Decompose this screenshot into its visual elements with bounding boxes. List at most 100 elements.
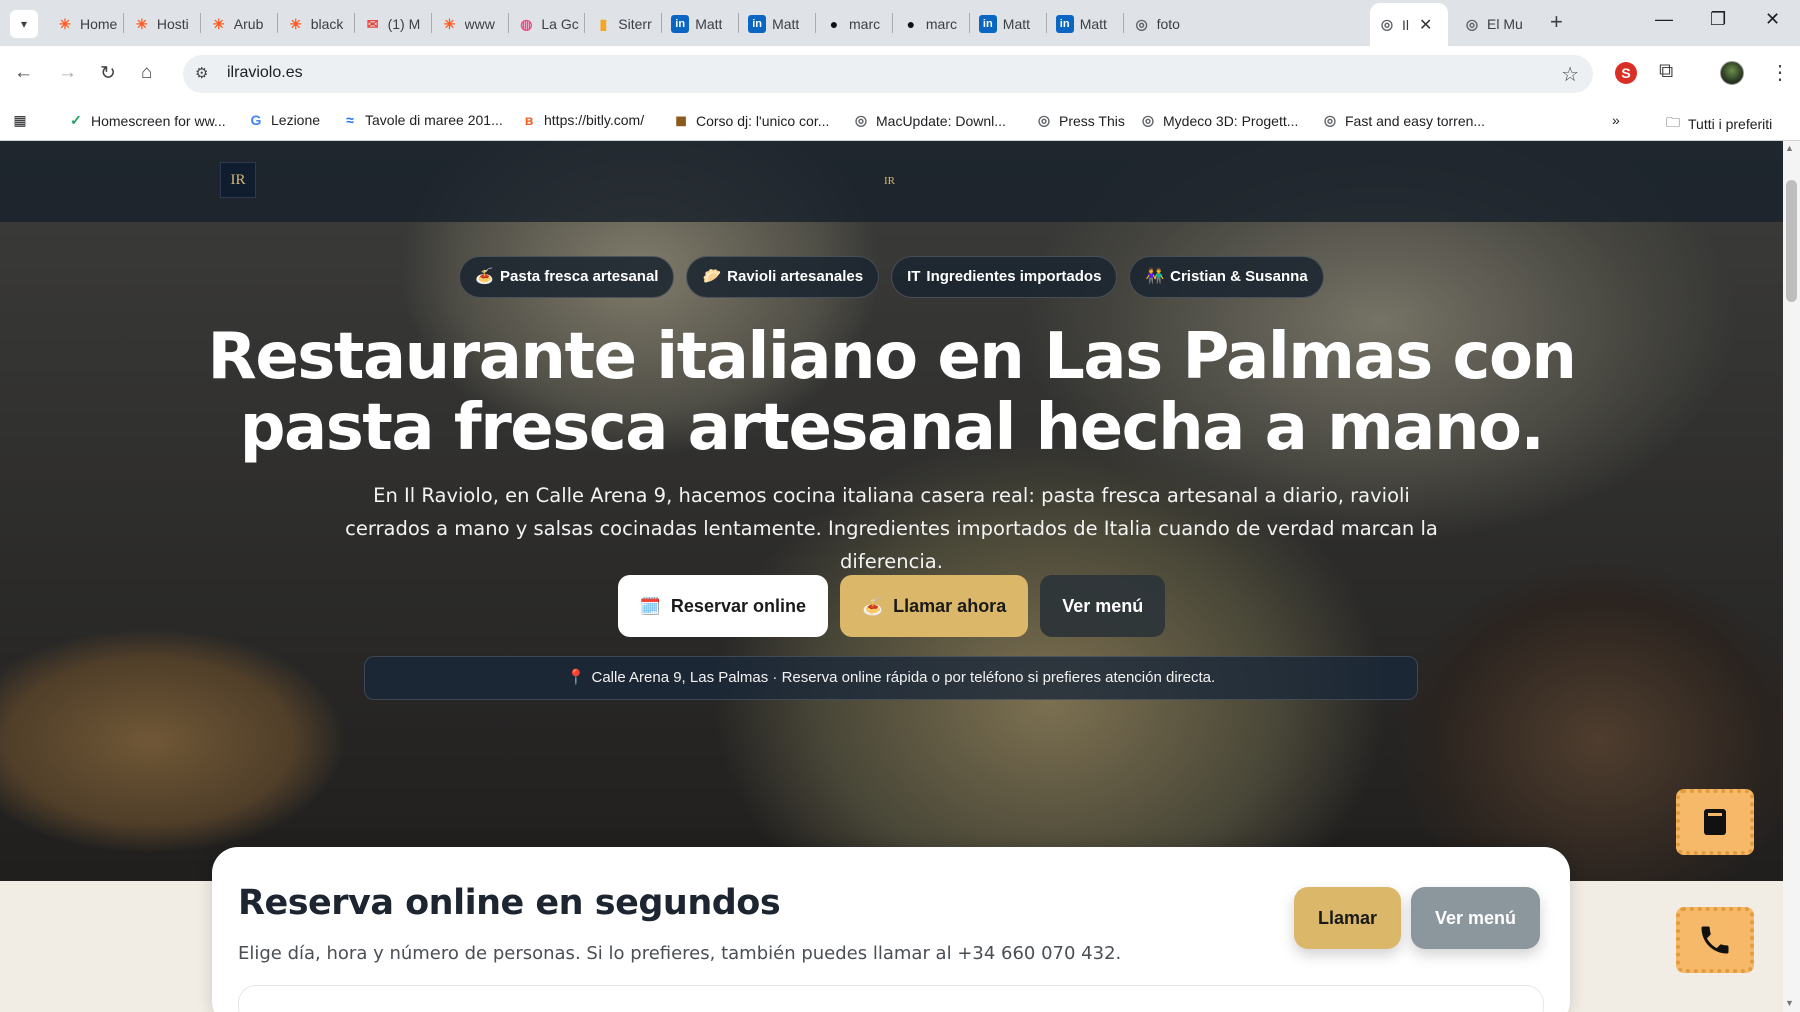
booking-subtitle: Elige día, hora y número de personas. Si… bbox=[238, 943, 1122, 964]
scrollbar-thumb[interactable] bbox=[1786, 180, 1797, 302]
tab-12[interactable]: in Matt bbox=[971, 9, 1041, 39]
tab-title: black bbox=[310, 16, 344, 32]
hero-description: En Il Raviolo, en Calle Arena 9, hacemos… bbox=[345, 484, 1438, 573]
bookmark-item[interactable]: ◼ Corso dj: l'unico cor... bbox=[673, 112, 829, 129]
tab-title: (1) M bbox=[387, 16, 421, 32]
pill-icon: 🥟 bbox=[702, 268, 722, 285]
tab-3[interactable]: ✳ black bbox=[279, 9, 349, 39]
tab-8[interactable]: in Matt bbox=[663, 9, 733, 39]
tab-11[interactable]: ● marc bbox=[894, 9, 964, 39]
apps-grid-icon[interactable]: ▦ bbox=[12, 112, 35, 129]
tab-14[interactable]: ◎ foto bbox=[1125, 9, 1195, 39]
tab-7[interactable]: ▮ Siterr bbox=[586, 9, 656, 39]
mail-icon: ✉ bbox=[366, 15, 379, 32]
minimize-icon[interactable]: — bbox=[1655, 9, 1673, 30]
location-pin-icon: 📍 bbox=[566, 669, 586, 686]
tab-5[interactable]: ✳ www bbox=[433, 9, 503, 39]
browser-menu-icon[interactable]: ⋮ bbox=[1770, 60, 1790, 85]
bookmarks-overflow-icon[interactable]: » bbox=[1612, 112, 1620, 128]
back-arrow-icon[interactable]: ← bbox=[14, 62, 33, 84]
linkedin-icon: in bbox=[671, 15, 690, 33]
bookmark-item[interactable]: ◎ MacUpdate: Downl... bbox=[853, 112, 1006, 129]
extensions-puzzle-icon[interactable]: ⧉ bbox=[1659, 60, 1673, 83]
bookmark-label: Fast and easy torren... bbox=[1345, 112, 1486, 129]
bookmark-item[interactable]: G Lezione bbox=[248, 112, 321, 128]
floating-phone-button[interactable] bbox=[1676, 907, 1754, 973]
new-tab-plus-icon[interactable]: + bbox=[1550, 9, 1563, 35]
tab-separator bbox=[430, 13, 432, 33]
reserve-online-button[interactable]: 🗓️ Reservar online bbox=[617, 575, 828, 637]
tab-title: El Mu bbox=[1487, 16, 1523, 32]
tab-close-icon[interactable]: ✕ bbox=[1419, 15, 1432, 35]
dribbble-ball-icon: ◍ bbox=[520, 15, 533, 32]
tab-4[interactable]: ✉ (1) M bbox=[356, 9, 426, 39]
booking-card: Reserva online en segundos Elige día, ho… bbox=[212, 847, 1570, 1012]
bookmark-item[interactable]: ◎ Mydeco 3D: Progett... bbox=[1140, 112, 1299, 129]
address-text: Calle Arena 9, Las Palmas · Reserva onli… bbox=[591, 669, 1216, 686]
globe-icon: ◎ bbox=[854, 112, 868, 128]
floating-booking-button[interactable] bbox=[1676, 789, 1754, 855]
tab-search-chevron-icon[interactable]: ▾ bbox=[10, 10, 38, 38]
calendar-icon: 🗓️ bbox=[639, 597, 661, 616]
maximize-icon[interactable]: ❐ bbox=[1710, 9, 1726, 30]
bookmark-item[interactable]: ʙ https://bitly.com/ bbox=[521, 112, 644, 128]
booking-call-button[interactable]: Llamar bbox=[1294, 887, 1402, 949]
tab-title: marc bbox=[849, 16, 881, 32]
plus-star-icon: ✳ bbox=[443, 15, 456, 32]
tab-2[interactable]: ✳ Arub bbox=[202, 9, 272, 39]
tab-9[interactable]: in Matt bbox=[740, 9, 810, 39]
tab-separator bbox=[1045, 13, 1047, 33]
profile-avatar[interactable] bbox=[1720, 61, 1744, 85]
tab-1[interactable]: ✳ Hosti bbox=[125, 9, 195, 39]
booking-menu-button[interactable]: Ver menú bbox=[1411, 887, 1541, 949]
tab-10[interactable]: ● marc bbox=[817, 9, 887, 39]
address-bar[interactable]: ⚙ ilraviolo.es ☆ bbox=[183, 55, 1593, 93]
scroll-down-arrow-icon[interactable]: ▼ bbox=[1785, 998, 1794, 1008]
globe-icon: ◎ bbox=[1037, 112, 1051, 128]
site-logo[interactable]: IR bbox=[220, 162, 256, 198]
hero-headline: Restaurante italiano en Las Palmas con p… bbox=[207, 320, 1577, 465]
bookmark-star-icon[interactable]: ☆ bbox=[1561, 62, 1579, 87]
bookmark-item[interactable]: ◎ Fast and easy torren... bbox=[1322, 112, 1485, 129]
tab-title: Hosti bbox=[156, 16, 189, 32]
bookmark-item[interactable]: ≈ Tavole di maree 201... bbox=[342, 112, 503, 128]
tab-0[interactable]: ✳ Home bbox=[48, 9, 118, 39]
plus-star-icon: ✳ bbox=[136, 15, 148, 32]
call-now-button[interactable]: 🍝 Llamar ahora bbox=[839, 575, 1029, 637]
tab-title: Home bbox=[80, 16, 118, 32]
home-icon[interactable]: ⌂ bbox=[141, 62, 152, 84]
tab-16[interactable]: ◎ El Mu bbox=[1455, 9, 1525, 39]
extension-s-icon[interactable]: S bbox=[1615, 62, 1637, 84]
globe-icon: ◎ bbox=[1323, 112, 1337, 128]
view-menu-button[interactable]: Ver menú bbox=[1040, 575, 1166, 637]
tab-6[interactable]: ◍ La Gc bbox=[509, 9, 579, 39]
google-g-icon: G bbox=[250, 112, 262, 128]
bookmark-item[interactable]: ✓ Homescreen for ww... bbox=[68, 112, 225, 129]
tab-separator bbox=[968, 13, 970, 33]
tab-15[interactable]: ◎ Il ✕ bbox=[1370, 3, 1448, 46]
globe-icon: ◎ bbox=[1465, 15, 1479, 32]
tab-separator bbox=[276, 13, 278, 33]
tab-separator bbox=[353, 13, 355, 33]
feature-pill: 👫 Cristian & Susanna bbox=[1129, 256, 1324, 298]
pill-label: Cristian & Susanna bbox=[1170, 268, 1308, 285]
globe-icon: ◎ bbox=[1135, 15, 1148, 32]
reload-icon[interactable]: ↻ bbox=[100, 62, 116, 85]
url-text[interactable]: ilraviolo.es bbox=[227, 64, 303, 82]
tab-13[interactable]: in Matt bbox=[1048, 9, 1118, 39]
forward-arrow-icon[interactable]: → bbox=[58, 62, 77, 84]
window-close-icon[interactable]: ✕ bbox=[1765, 9, 1780, 30]
tab-separator bbox=[661, 13, 663, 33]
feature-pills: 🍝 Pasta fresca artesanal 🥟 Ravioli artesana… bbox=[0, 256, 1783, 298]
header-center-logo[interactable]: IR bbox=[884, 175, 895, 187]
site-info-icon[interactable]: ⚙ bbox=[195, 64, 208, 82]
bookmark-item[interactable]: ◎ Press This bbox=[1036, 112, 1125, 129]
scroll-up-arrow-icon[interactable]: ▲ bbox=[1785, 143, 1794, 153]
globe-icon: ◎ bbox=[1141, 112, 1155, 128]
pill-icon: 🍝 bbox=[475, 268, 495, 285]
tab-title: www bbox=[464, 16, 495, 32]
call-now-label: Llamar ahora bbox=[893, 596, 1007, 616]
tab-title: Arub bbox=[233, 16, 264, 32]
all-bookmarks-folder[interactable]: 🗀 Tutti i preferiti bbox=[1665, 112, 1772, 136]
tab-separator bbox=[199, 13, 201, 33]
